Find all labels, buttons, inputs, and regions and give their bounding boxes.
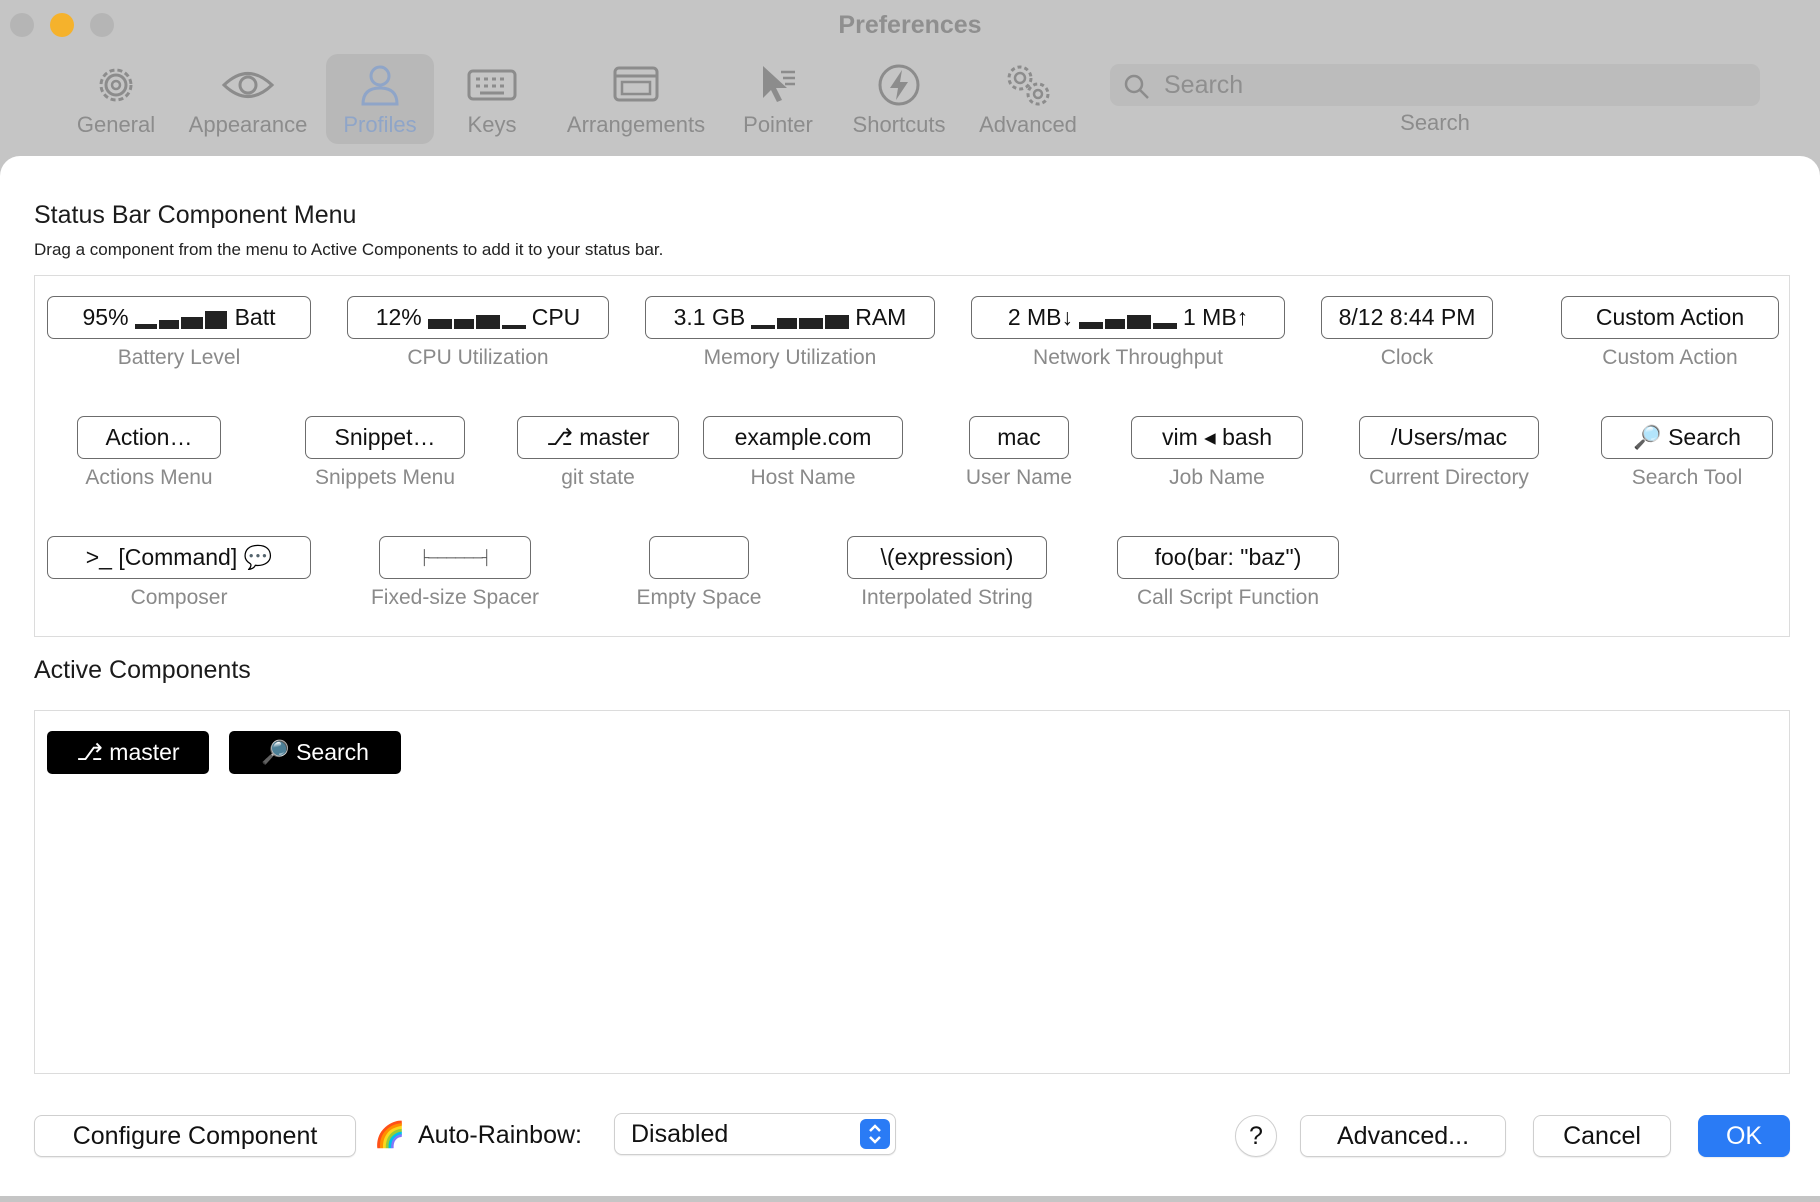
component-call-script-function[interactable]: foo(bar: "baz"): [1117, 536, 1339, 579]
tab-label: Arrangements: [566, 112, 706, 137]
network-sparkline-icon: [1079, 314, 1177, 329]
rainbow-icon: 🌈: [374, 1121, 406, 1149]
active-components-title: Active Components: [34, 656, 251, 684]
tab-advanced[interactable]: Advanced: [972, 54, 1084, 144]
tab-pointer[interactable]: Pointer: [732, 54, 824, 144]
component-label: Memory Utilization: [703, 346, 877, 369]
active-component-git-state[interactable]: ⎇ master: [47, 731, 209, 774]
component-label: Composer: [130, 586, 228, 609]
person-icon: [326, 62, 434, 108]
component-label: Actions Menu: [85, 466, 213, 489]
component-label: git state: [561, 466, 635, 489]
preferences-window: Preferences General Appearance Profiles …: [0, 0, 1820, 1202]
component-host-name[interactable]: example.com: [703, 416, 903, 459]
component-value: 3.1 GB: [673, 304, 746, 330]
cancel-button[interactable]: Cancel: [1533, 1115, 1671, 1157]
component-composer[interactable]: >_ [Command] 💬: [47, 536, 311, 579]
help-button[interactable]: ?: [1235, 1115, 1277, 1157]
component-value: 12%: [375, 304, 422, 330]
auto-rainbow-select[interactable]: Disabled: [614, 1113, 896, 1155]
component-empty-space[interactable]: [649, 536, 749, 579]
component-git-state[interactable]: ⎇ master: [517, 416, 679, 459]
tab-label: Advanced: [979, 112, 1077, 137]
tab-shortcuts[interactable]: Shortcuts: [844, 54, 954, 144]
component-actions-menu[interactable]: Action…: [77, 416, 221, 459]
gear-icon: [70, 62, 162, 108]
configure-component-button[interactable]: Configure Component: [34, 1115, 356, 1157]
active-component-search-tool[interactable]: 🔎 Search: [229, 731, 401, 774]
component-label: Fixed-size Spacer: [370, 586, 540, 609]
component-network-throughput[interactable]: 2 MB↓ 1 MB↑: [971, 296, 1285, 339]
component-current-directory[interactable]: /Users/mac: [1359, 416, 1539, 459]
component-label: Clock: [1380, 346, 1434, 369]
search-input[interactable]: Search: [1110, 64, 1760, 106]
component-label: Call Script Function: [1136, 586, 1320, 609]
window-title: Preferences: [838, 11, 982, 39]
component-label: Empty Space: [636, 586, 762, 609]
component-value-suffix: RAM: [855, 304, 907, 330]
windows-icon: [556, 62, 716, 108]
tab-label: Keys: [467, 112, 517, 137]
status-bar-sheet: Status Bar Component Menu Drag a compone…: [0, 156, 1820, 1196]
title-bar: Preferences: [0, 0, 1820, 50]
auto-rainbow-value: Disabled: [631, 1120, 729, 1148]
component-label: Snippets Menu: [314, 466, 456, 489]
search-placeholder: Search: [1164, 71, 1244, 99]
component-label: User Name: [965, 466, 1073, 489]
component-memory-utilization[interactable]: 3.1 GB RAM: [645, 296, 935, 339]
pointer-icon: [732, 62, 824, 108]
chevron-updown-icon: [860, 1119, 890, 1149]
component-snippets-menu[interactable]: Snippet…: [305, 416, 465, 459]
auto-rainbow-label: Auto-Rainbow:: [418, 1121, 582, 1149]
menu-subtitle: Drag a component from the menu to Active…: [34, 240, 664, 259]
component-value-suffix: 1 MB↑: [1183, 304, 1249, 330]
component-menu: 95% Batt Battery Level 12% CPU CPU Utiliza…: [34, 275, 1790, 637]
tab-keys[interactable]: Keys: [452, 54, 532, 144]
component-value: 95%: [82, 304, 129, 330]
component-value-suffix: CPU: [531, 304, 581, 330]
menu-title: Status Bar Component Menu: [34, 201, 357, 229]
memory-sparkline-icon: [751, 314, 850, 329]
keyboard-icon: [452, 62, 532, 108]
bolt-icon: [844, 62, 954, 108]
component-fixed-size-spacer[interactable]: ├──────┤: [379, 536, 531, 579]
cpu-sparkline-icon: [427, 314, 526, 329]
component-label: CPU Utilization: [407, 346, 549, 369]
tab-arrangements[interactable]: Arrangements: [556, 54, 716, 144]
active-components-area[interactable]: ⎇ master 🔎 Search: [34, 710, 1790, 1074]
component-label: Host Name: [750, 466, 856, 489]
component-value-suffix: Batt: [234, 304, 276, 330]
tab-label: Shortcuts: [852, 112, 946, 137]
battery-sparkline-icon: [134, 310, 227, 329]
eye-icon: [180, 62, 316, 108]
tab-general[interactable]: General: [70, 54, 162, 144]
component-user-name[interactable]: mac: [969, 416, 1069, 459]
component-label: Interpolated String: [861, 586, 1033, 609]
advanced-button[interactable]: Advanced...: [1300, 1115, 1506, 1157]
tab-profiles[interactable]: Profiles: [326, 54, 434, 144]
component-search-tool[interactable]: 🔎 Search: [1601, 416, 1773, 459]
component-battery-level[interactable]: 95% Batt: [47, 296, 311, 339]
tab-label: Profiles: [343, 112, 417, 137]
component-label: Custom Action: [1602, 346, 1738, 369]
component-label: Search Tool: [1631, 466, 1743, 489]
tab-label: General: [76, 112, 156, 137]
component-clock[interactable]: 8/12 8:44 PM: [1321, 296, 1493, 339]
component-label: Job Name: [1169, 466, 1265, 489]
component-cpu-utilization[interactable]: 12% CPU: [347, 296, 609, 339]
component-label: Network Throughput: [1033, 346, 1223, 369]
component-job-name[interactable]: vim ◂ bash: [1131, 416, 1303, 459]
tab-label: Pointer: [743, 112, 813, 137]
component-custom-action[interactable]: Custom Action: [1561, 296, 1779, 339]
search-label: Search: [1400, 110, 1470, 135]
gears-icon: [972, 62, 1084, 108]
tab-appearance[interactable]: Appearance: [180, 54, 316, 144]
component-value: 2 MB↓: [1007, 304, 1073, 330]
component-interpolated-string[interactable]: \(expression): [847, 536, 1047, 579]
search-icon: [1124, 74, 1149, 99]
ok-button[interactable]: OK: [1698, 1115, 1790, 1157]
tab-label: Appearance: [188, 112, 308, 137]
component-label: Current Directory: [1369, 466, 1529, 489]
component-label: Battery Level: [117, 346, 241, 369]
